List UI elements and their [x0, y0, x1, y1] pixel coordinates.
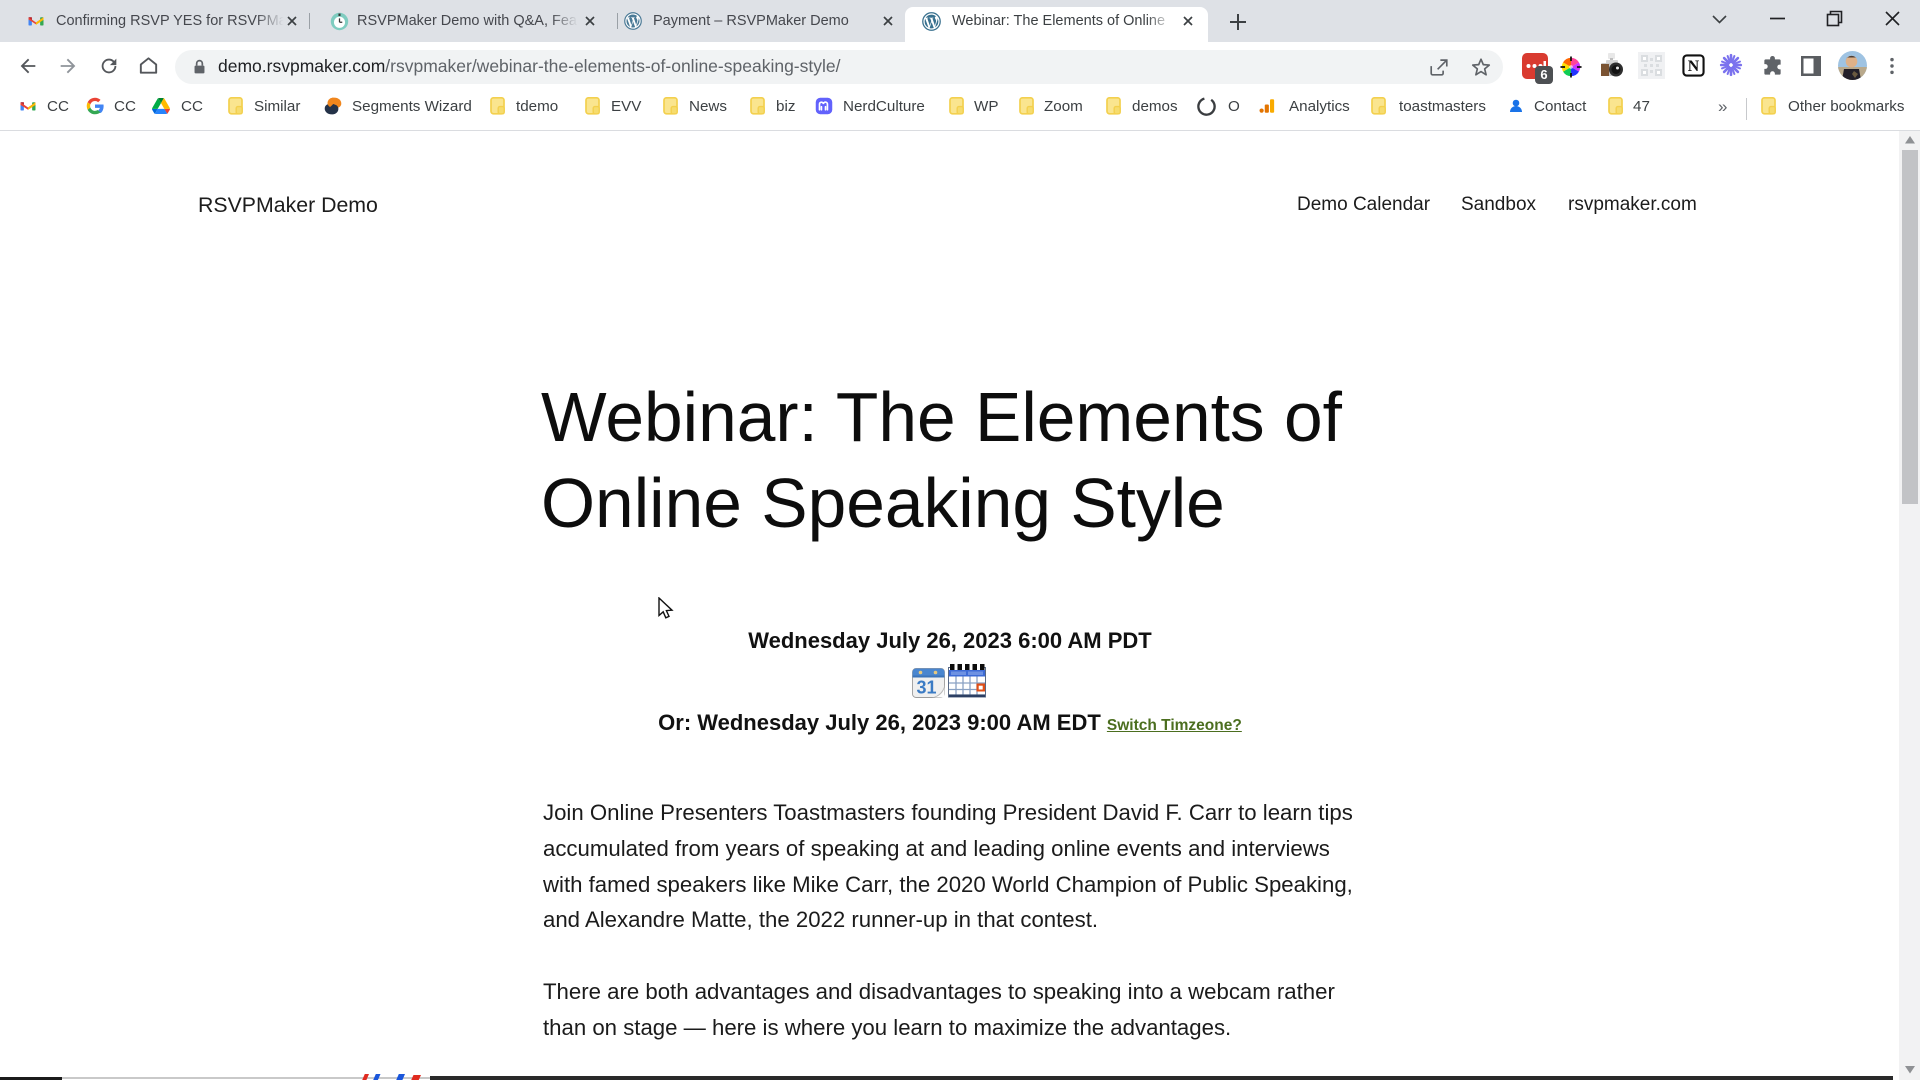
svg-text:N: N: [1688, 58, 1700, 75]
svg-text:31: 31: [916, 678, 936, 698]
